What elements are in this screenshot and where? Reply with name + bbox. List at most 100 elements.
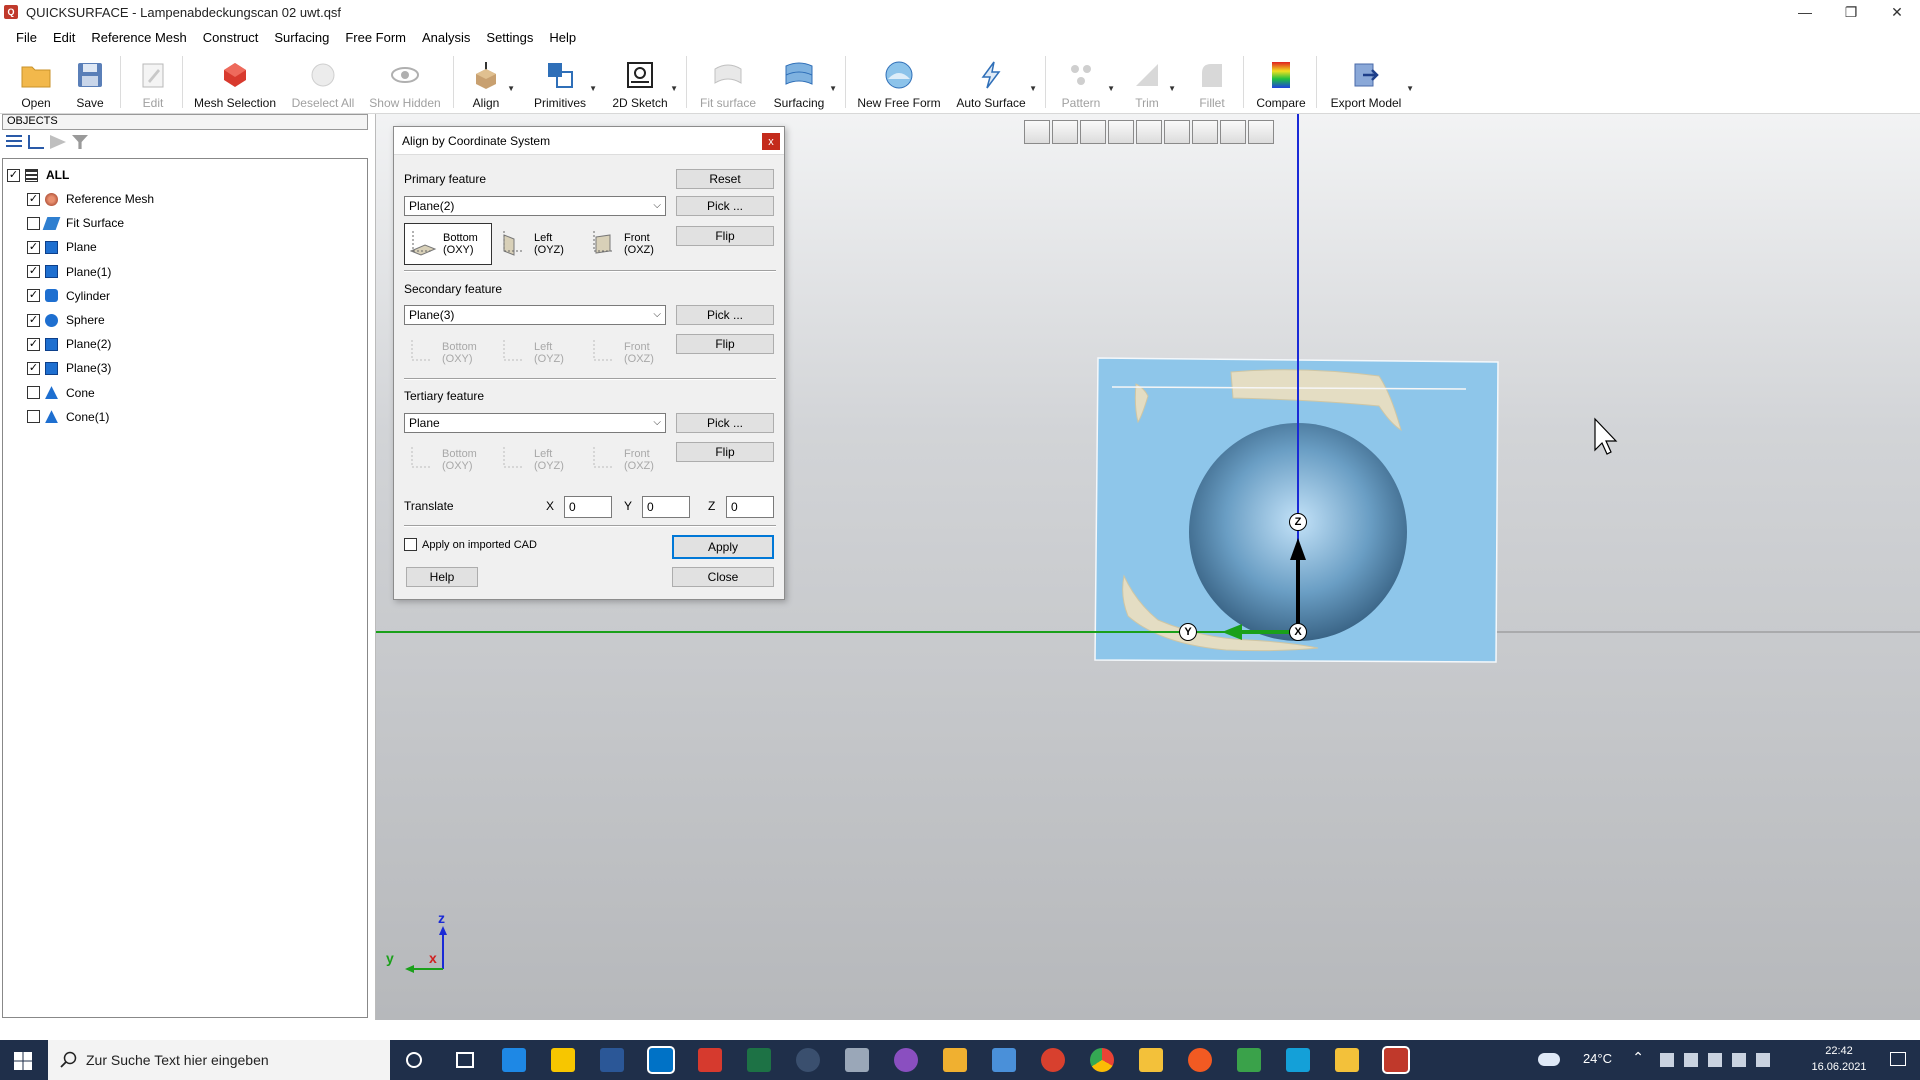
trim-button[interactable]: Trim ▼: [1130, 58, 1176, 114]
apply-cad-checkbox[interactable]: [404, 538, 417, 551]
word-icon[interactable]: [600, 1048, 624, 1072]
secondary-front-oxz[interactable]: Front (OXZ): [586, 332, 674, 374]
translate-x-input[interactable]: 0: [564, 496, 612, 518]
taskbar-app-5-icon[interactable]: [698, 1048, 722, 1072]
cortana-icon[interactable]: [406, 1052, 422, 1068]
tree-item[interactable]: ✓ Sphere: [27, 310, 105, 330]
close-window-button[interactable]: ✕: [1874, 0, 1920, 24]
clock[interactable]: 22:42 16.06.2021: [1804, 1043, 1874, 1075]
sketch-2d-button[interactable]: 2D Sketch ▼: [612, 58, 678, 114]
align-dropdown-icon[interactable]: ▼: [507, 84, 515, 93]
primary-pick-button[interactable]: Pick ...: [676, 196, 774, 216]
tertiary-feature-select[interactable]: Plane ⌵: [404, 413, 666, 433]
tree-item-checkbox[interactable]: [27, 216, 40, 230]
secondary-pick-button[interactable]: Pick ...: [676, 305, 774, 325]
fillet-button[interactable]: Fillet: [1195, 58, 1229, 114]
tree-item-checkbox[interactable]: ✓: [27, 313, 40, 327]
play-icon[interactable]: [50, 135, 66, 149]
tray-icons[interactable]: [1660, 1053, 1780, 1067]
mesh-selection-button[interactable]: Mesh Selection: [193, 58, 277, 114]
tree-item[interactable]: ✓ Reference Mesh: [27, 189, 154, 209]
outlook-icon[interactable]: [647, 1046, 675, 1074]
tertiary-left-oyz[interactable]: Left (OYZ): [496, 439, 584, 481]
y-axis-label[interactable]: Y: [1179, 623, 1197, 641]
trim-dropdown-icon[interactable]: ▼: [1168, 84, 1176, 93]
task-view-icon[interactable]: [456, 1052, 474, 1068]
tree-item-checkbox[interactable]: [27, 410, 40, 424]
surfacing-button[interactable]: Surfacing ▼: [773, 58, 837, 114]
taskbar-app-12-icon[interactable]: [1041, 1048, 1065, 1072]
tree-item[interactable]: Fit Surface: [27, 213, 124, 233]
dialog-close-icon[interactable]: x: [762, 133, 780, 150]
secondary-bottom-oxy[interactable]: Bottom (OXY): [404, 332, 492, 374]
menu-construct[interactable]: Construct: [195, 30, 267, 45]
list-view-icon[interactable]: [6, 135, 22, 149]
tertiary-pick-button[interactable]: Pick ...: [676, 413, 774, 433]
taskbar-search[interactable]: Zur Suche Text hier eingeben: [48, 1040, 390, 1080]
new-free-form-button[interactable]: New Free Form: [857, 58, 941, 114]
menu-surfacing[interactable]: Surfacing: [266, 30, 337, 45]
taskbar-app-8-icon[interactable]: [845, 1048, 869, 1072]
tree-item[interactable]: ✓ Plane(1): [27, 262, 111, 282]
tertiary-flip-button[interactable]: Flip: [676, 442, 774, 462]
primary-front-oxz[interactable]: Front (OXZ): [586, 223, 674, 265]
primitives-dropdown-icon[interactable]: ▼: [589, 84, 597, 93]
filter-icon[interactable]: [72, 135, 88, 149]
quicksurface-taskbar-icon[interactable]: [1382, 1046, 1410, 1074]
tree-item[interactable]: ✓ Plane(3): [27, 358, 111, 378]
tree-item-checkbox[interactable]: ✓: [27, 265, 40, 279]
file-explorer-icon[interactable]: [1139, 1048, 1163, 1072]
edit-button[interactable]: Edit: [135, 58, 171, 114]
translate-y-input[interactable]: 0: [642, 496, 690, 518]
tree-item-checkbox[interactable]: ✓: [27, 192, 40, 206]
primary-left-oyz[interactable]: Left (OYZ): [496, 223, 584, 265]
align-button[interactable]: Align ▼: [469, 58, 515, 114]
tree-view-icon[interactable]: [28, 135, 44, 149]
folder-taskbar-icon[interactable]: [1335, 1048, 1359, 1072]
menu-free-form[interactable]: Free Form: [337, 30, 414, 45]
tree-item-checkbox[interactable]: ✓: [27, 240, 40, 254]
reset-button[interactable]: Reset: [676, 169, 774, 189]
primary-bottom-oxy[interactable]: Bottom (OXY): [404, 223, 492, 265]
tree-item-checkbox[interactable]: [27, 386, 40, 400]
taskbar-app-2-icon[interactable]: [551, 1048, 575, 1072]
menu-settings[interactable]: Settings: [478, 30, 541, 45]
menu-file[interactable]: File: [8, 30, 45, 45]
taskbar-app-10-icon[interactable]: [943, 1048, 967, 1072]
menu-help[interactable]: Help: [541, 30, 584, 45]
chrome-icon[interactable]: [1090, 1048, 1114, 1072]
tree-item-checkbox[interactable]: ✓: [27, 337, 40, 351]
secondary-left-oyz[interactable]: Left (OYZ): [496, 332, 584, 374]
taskbar-app-16-icon[interactable]: [1237, 1048, 1261, 1072]
weather-cloud-icon[interactable]: [1538, 1053, 1560, 1066]
auto-surface-dropdown-icon[interactable]: ▼: [1029, 84, 1037, 93]
taskbar-app-15-icon[interactable]: [1188, 1048, 1212, 1072]
tree-item[interactable]: Cone(1): [27, 407, 109, 427]
primary-feature-select[interactable]: Plane(2) ⌵: [404, 196, 666, 216]
taskbar-app-1-icon[interactable]: [502, 1048, 526, 1072]
tree-item[interactable]: ✓ Plane: [27, 237, 97, 257]
tertiary-front-oxz[interactable]: Front (OXZ): [586, 439, 674, 481]
close-button[interactable]: Close: [672, 567, 774, 587]
notification-icon[interactable]: [1890, 1052, 1906, 1066]
tree-item[interactable]: ✓ Plane(2): [27, 334, 111, 354]
help-button[interactable]: Help: [406, 567, 478, 587]
z-axis-label[interactable]: Z: [1289, 513, 1307, 531]
minimize-button[interactable]: —: [1782, 0, 1828, 24]
show-hidden-button[interactable]: Show Hidden: [368, 58, 442, 114]
excel-icon[interactable]: [747, 1048, 771, 1072]
tree-item[interactable]: ✓ Cylinder: [27, 286, 110, 306]
menu-reference-mesh[interactable]: Reference Mesh: [83, 30, 194, 45]
apply-cad-option[interactable]: Apply on imported CAD: [404, 538, 537, 551]
x-axis-label[interactable]: X: [1289, 623, 1307, 641]
sketch-dropdown-icon[interactable]: ▼: [670, 84, 678, 93]
tree-root-all[interactable]: ✓ ALL: [7, 165, 69, 185]
export-dropdown-icon[interactable]: ▼: [1406, 84, 1414, 93]
fit-surface-button[interactable]: Fit surface: [700, 58, 756, 114]
secondary-feature-select[interactable]: Plane(3) ⌵: [404, 305, 666, 325]
translate-z-input[interactable]: 0: [726, 496, 774, 518]
open-button[interactable]: Open: [18, 58, 54, 114]
pattern-dropdown-icon[interactable]: ▼: [1107, 84, 1115, 93]
windows-start-icon[interactable]: [14, 1052, 32, 1070]
taskbar-app-7-icon[interactable]: [796, 1048, 820, 1072]
